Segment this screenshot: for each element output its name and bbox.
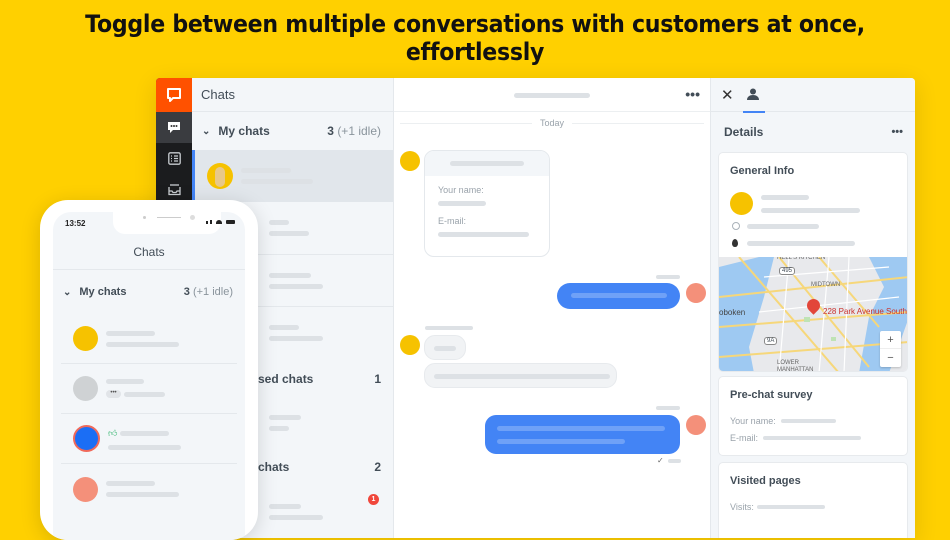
section-count: 1 xyxy=(374,372,381,386)
card-title: Visited pages xyxy=(730,475,801,487)
customer-message xyxy=(424,363,617,388)
form-email-label: E-mail: xyxy=(438,216,467,226)
section-label: sed chats xyxy=(258,372,314,386)
section-my-chats[interactable]: ⌄ My chats 3 (+1 idle) xyxy=(192,112,393,150)
avatar xyxy=(73,326,98,351)
form-name-label: Your name: xyxy=(438,185,484,195)
prechat-email-label: E-mail: xyxy=(730,433,759,443)
agent-message xyxy=(485,415,680,454)
customer-avatar xyxy=(730,192,753,215)
map-zoom-controls: + − xyxy=(880,331,901,367)
chat-list-title: Chats xyxy=(192,78,393,112)
phone-notch xyxy=(113,212,221,234)
agent-avatar xyxy=(686,283,706,303)
phone-screen: 13:52 Chats ⌄ My chats 3 (+1 idle) ••• 👍… xyxy=(53,212,245,540)
map-label-route-495: 495 xyxy=(779,267,796,275)
section-count: 3 (+1 idle) xyxy=(327,124,381,138)
map-address-label: 228 Park Avenue South xyxy=(823,307,907,316)
section-count: 3 (+1 idle) xyxy=(183,286,233,298)
agent-message xyxy=(557,283,680,309)
avatar xyxy=(207,163,233,189)
delivered-check-icon: ✓ xyxy=(657,456,664,465)
map-label-hells-kitchen: HELL'S KITCHEN xyxy=(777,257,826,261)
section-count: 2 xyxy=(374,460,381,474)
list-icon[interactable] xyxy=(156,143,192,174)
visits-label: Visits: xyxy=(730,502,754,512)
close-icon[interactable]: ✕ xyxy=(721,86,734,104)
location-pin-icon xyxy=(732,239,738,247)
phone-header: Chats xyxy=(53,234,245,270)
location-map[interactable]: HELL'S KITCHEN MIDTOWN oboken LOWER MANH… xyxy=(719,257,907,372)
map-label-midtown: MIDTOWN xyxy=(811,282,841,288)
chevron-down-icon: ⌄ xyxy=(202,125,211,137)
phone-chat-item[interactable] xyxy=(61,314,237,364)
user-tab-icon[interactable] xyxy=(742,87,765,113)
more-options-button[interactable]: ••• xyxy=(685,86,700,102)
avatar xyxy=(73,376,98,401)
phone-chat-item[interactable]: 👍︎ xyxy=(61,414,237,464)
customer-avatar xyxy=(400,335,420,355)
status-icons xyxy=(206,220,235,224)
card-title: General Info xyxy=(730,165,795,177)
customer-avatar xyxy=(400,151,420,171)
phone-chat-item[interactable]: ••• xyxy=(61,364,237,414)
unread-badge: 1 xyxy=(368,494,379,505)
chat-pane: ••• Today Your name: E-mail: ✓ xyxy=(394,78,711,538)
mobile-phone-mockup: 13:52 Chats ⌄ My chats 3 (+1 idle) ••• 👍… xyxy=(40,200,258,540)
thumbs-up-icon: 👍︎ xyxy=(108,427,118,438)
card-title: Pre-chat survey xyxy=(730,389,813,401)
map-label-hoboken: oboken xyxy=(719,308,746,317)
prechat-name-label: Your name: xyxy=(730,416,776,426)
avatar xyxy=(73,425,100,452)
map-label-lower-manhattan: LOWER MANHATTAN xyxy=(777,360,814,372)
livechat-logo-icon[interactable] xyxy=(156,78,192,112)
customer-message xyxy=(424,335,466,360)
agent-avatar xyxy=(686,415,706,435)
clock-icon xyxy=(732,222,740,230)
details-panel: ✕ Details ••• General Info HELL'S KITCHE… xyxy=(711,78,915,538)
general-info-card: General Info HELL'S KITCHEN MIDTOWN obok… xyxy=(718,152,908,372)
map-zoom-in-button[interactable]: + xyxy=(880,331,901,349)
details-title: Details xyxy=(724,125,764,139)
status-time: 13:52 xyxy=(65,219,86,228)
day-separator: Today xyxy=(400,118,704,128)
details-more-button[interactable]: ••• xyxy=(891,126,903,138)
section-label: My chats xyxy=(79,286,127,298)
chats-icon[interactable] xyxy=(156,112,192,143)
form-card-message: Your name: E-mail: xyxy=(424,150,550,257)
map-label-route-9a: 9A xyxy=(764,337,778,345)
section-label: My chats xyxy=(218,124,270,138)
chevron-down-icon: ⌄ xyxy=(63,286,72,298)
avatar xyxy=(73,476,98,502)
typing-indicator: ••• xyxy=(106,390,121,398)
headline: Toggle between multiple conversations wi… xyxy=(85,10,865,66)
visited-pages-card: Visited pages Visits: xyxy=(718,462,908,538)
map-zoom-out-button[interactable]: − xyxy=(880,349,901,367)
phone-chat-item[interactable] xyxy=(61,464,237,514)
chat-list-item[interactable] xyxy=(192,150,393,202)
section-label: chats xyxy=(258,460,290,474)
phone-section-my-chats[interactable]: ⌄ My chats 3 (+1 idle) xyxy=(53,270,245,314)
chat-header: ••• xyxy=(394,78,710,112)
desktop-app-window: Chats ⌄ My chats 3 (+1 idle) sed chats 1… xyxy=(156,78,915,538)
pre-chat-survey-card: Pre-chat survey Your name: E-mail: xyxy=(718,376,908,456)
